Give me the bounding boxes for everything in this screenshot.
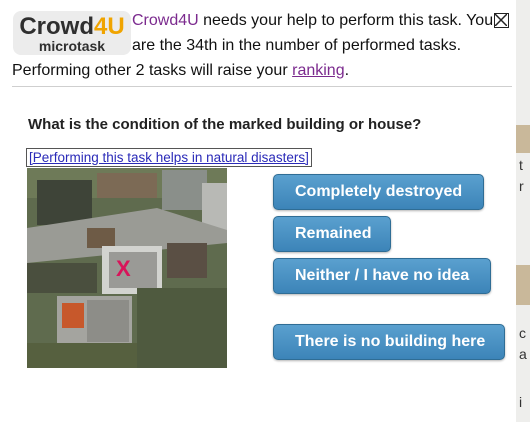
ranking-link[interactable]: ranking bbox=[292, 62, 344, 79]
strip-image-fragment bbox=[516, 125, 530, 153]
natural-disaster-info-label: [Performing this task helps in natural d… bbox=[29, 150, 309, 165]
strip-text-fragment: t bbox=[519, 157, 523, 173]
message-line-1: Crowd4U needs your help to perform this … bbox=[132, 12, 493, 30]
task-question: What is the condition of the marked buil… bbox=[28, 116, 422, 133]
background-page-strip: t r c a i bbox=[516, 0, 530, 422]
option-no-idea-button[interactable]: Neither / I have no idea bbox=[273, 258, 491, 294]
logo-subtitle: microtask bbox=[38, 38, 106, 54]
crowd4u-logo: Crowd4U microtask bbox=[13, 11, 131, 55]
crowd4u-link[interactable]: Crowd4U bbox=[132, 12, 199, 29]
logo-word-4u: 4U bbox=[93, 13, 125, 40]
aerial-photo: X bbox=[27, 168, 227, 368]
option-no-building-button[interactable]: There is no building here bbox=[273, 324, 505, 360]
close-icon bbox=[495, 14, 507, 26]
strip-image-fragment bbox=[516, 265, 530, 305]
strip-text-fragment: a bbox=[519, 346, 527, 362]
logo-wordmark: Crowd4U bbox=[13, 13, 131, 41]
option-completely-destroyed-button[interactable]: Completely destroyed bbox=[273, 174, 484, 210]
divider bbox=[12, 86, 512, 87]
close-button[interactable] bbox=[494, 13, 509, 28]
logo-word-crowd: Crowd bbox=[19, 13, 94, 40]
message-text: needs your help to perform this task. Yo… bbox=[198, 12, 494, 29]
message-line-2: are the 34th in the number of performed … bbox=[132, 37, 462, 54]
strip-text-fragment: i bbox=[519, 394, 523, 410]
message-text: Performing other 2 tasks will raise your bbox=[12, 62, 293, 79]
building-marker: X bbox=[116, 256, 131, 281]
strip-text-fragment: r bbox=[519, 178, 524, 194]
message-text: . bbox=[344, 62, 350, 79]
natural-disaster-info-link[interactable]: [Performing this task helps in natural d… bbox=[26, 148, 312, 167]
strip-text-fragment: c bbox=[519, 325, 526, 341]
message-line-3: Performing other 2 tasks will raise your… bbox=[12, 62, 349, 80]
option-remained-button[interactable]: Remained bbox=[273, 216, 391, 252]
